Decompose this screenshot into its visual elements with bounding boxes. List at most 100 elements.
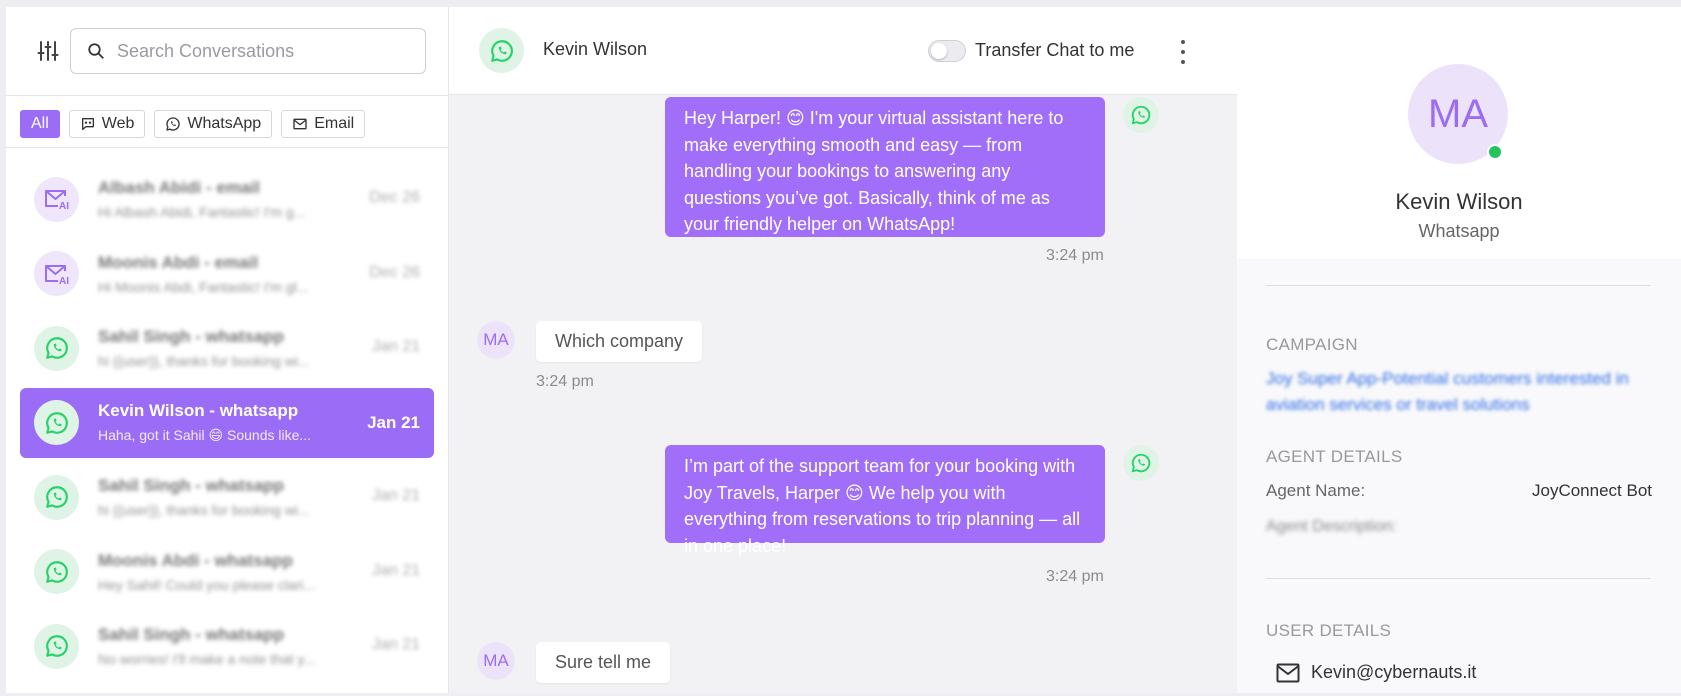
chat-contact-name: Kevin Wilson [543,39,648,59]
whatsapp-icon [34,474,79,520]
tab-all[interactable]: All [20,110,60,138]
conversation-preview: Hi Albash Abidi, Fantastic! I'm g... [98,204,306,220]
conversation-preview: Hey Sahil! Could you please clari... [98,576,316,593]
whatsapp-icon [34,623,79,669]
message-time: 3:24 pm [1046,568,1104,585]
conversation-text: Sahil Singh - whatsapp hi {{user}}, than… [98,476,348,518]
tab-whatsapp[interactable]: WhatsApp [154,110,273,138]
conversation-name: Moonis Abdi - whatsapp [98,550,293,570]
conversation-date: Jan 21 [371,338,420,355]
conversation-sidebar: All Web WhatsApp Email AI [6,7,449,693]
conversation-preview: Haha, got it Sahil 😄 Sounds like... [98,427,312,443]
conversation-name: Sahil Singh - whatsapp [98,625,285,644]
svg-text:AI: AI [59,276,69,286]
conversation-text: Kevin Wilson - whatsapp Haha, got it Sah… [98,401,348,444]
contact-details-panel: MA Kevin Wilson Whatsapp CAMPAIGN Joy Su… [1237,7,1681,693]
agent-name-value: JoyConnect Bot [1531,481,1652,500]
email-ai-icon: AI [34,251,79,296]
divider [1266,285,1651,286]
conversation-name: Sahil Singh - whatsapp [98,327,285,346]
list-item[interactable]: Sahil Singh - whatsapp No worries! I'll … [20,611,434,681]
online-status-dot [1487,144,1503,160]
agent-description-label: Agent Description: [1266,518,1397,535]
tab-label: All [31,115,49,132]
tab-label: Email [314,115,355,132]
whatsapp-icon [1123,445,1159,481]
transfer-chat-label: Transfer Chat to me [975,40,1135,60]
conversation-preview: hi {{user}}, thanks for booking wi... [98,502,310,518]
conversation-name: Moonis Abdi - email [98,252,258,272]
tab-label: Web [101,115,135,132]
profile-channel: Whatsapp [1418,221,1500,241]
campaign-link[interactable]: Joy Super App-Potential customers intere… [1266,366,1656,418]
conversation-text: Sahil Singh - whatsapp No worries! I'll … [98,625,348,667]
profile-card: MA Kevin Wilson Whatsapp [1237,7,1681,259]
whatsapp-icon [34,400,79,445]
whatsapp-icon [166,117,181,131]
message-incoming: Which company [536,321,703,362]
conversation-text: Moonis Abdi - email Hi Moonis Abdi, Fant… [98,253,348,295]
conversation-text: Albash Abidi - email Hi Albash Abidi, Fa… [98,178,348,220]
avatar: MA [477,642,515,680]
channel-tabs: All Web WhatsApp Email [20,110,366,138]
whatsapp-icon [34,325,79,371]
list-item[interactable]: AI Albash Abidi - email Hi Albash Abidi,… [20,164,434,234]
whatsapp-icon [479,28,524,73]
search-box [70,28,426,74]
message-time: 3:24 pm [536,373,594,390]
message-outgoing: I’m part of the support team for your bo… [665,445,1105,556]
tab-label: WhatsApp [187,115,262,132]
tab-web[interactable]: Web [68,110,146,138]
email-ai-icon [293,118,307,130]
mail-icon [1276,663,1300,682]
agent-name-label: Agent Name: [1266,481,1366,500]
chat-bubble-icon [81,118,94,130]
profile-name: Kevin Wilson [1395,189,1523,214]
conversation-list: AI Albash Abidi - email Hi Albash Abidi,… [20,164,434,686]
conversation-date: Jan 21 [371,487,420,504]
list-item[interactable]: Moonis Abdi - whatsapp Hey Sahil! Could … [20,537,434,607]
user-details-heading: USER DETAILS [1266,621,1392,640]
user-email: Kevin@cybernauts.it [1311,662,1477,682]
campaign-heading: CAMPAIGN [1266,335,1358,354]
list-item[interactable]: Sahil Singh - whatsapp hi {{user}}, than… [20,313,434,383]
transfer-chat-toggle[interactable] [928,40,966,62]
agent-details-heading: AGENT DETAILS [1266,447,1403,466]
avatar: MA [477,321,515,359]
search-input[interactable] [117,40,407,62]
conversation-text: Moonis Abdi - whatsapp Hey Sahil! Could … [98,551,348,593]
whatsapp-icon [34,549,79,594]
message-outgoing: Hey Harper! 😊 I'm your virtual assistant… [665,97,1105,237]
email-ai-icon: AI [34,176,79,222]
filter-sliders-icon[interactable] [36,39,60,63]
whatsapp-icon [1123,97,1159,133]
list-item-active[interactable]: Kevin Wilson - whatsapp Haha, got it Sah… [20,387,434,458]
chat-header: Kevin Wilson Transfer Chat to me [449,7,1237,95]
conversation-preview: hi {{user}}, thanks for booking wi... [98,353,310,369]
divider [1266,578,1651,579]
search-icon [88,43,104,59]
chat-messages[interactable]: Hey Harper! 😊 I'm your virtual assistant… [449,95,1237,693]
app-window: All Web WhatsApp Email AI [6,7,1681,693]
divider [6,147,449,148]
conversation-name: Kevin Wilson - whatsapp [98,401,299,420]
user-email-row: Kevin@cybernauts.it [1276,662,1476,683]
conversation-name: Albash Abidi - email [98,178,260,197]
list-item[interactable]: AI Moonis Abdi - email Hi Moonis Abdi, F… [20,239,434,309]
message-time: 3:24 pm [1046,247,1104,264]
more-options-icon[interactable] [1178,40,1188,64]
conversation-preview: No worries! I'll make a note that y... [98,651,316,667]
conversation-text: Sahil Singh - whatsapp hi {{user}}, than… [98,327,348,369]
tab-email[interactable]: Email [281,110,366,138]
conversation-date: Jan 21 [367,412,420,432]
message-incoming: Sure tell me [536,642,671,683]
conversation-preview: Hi Moonis Abdi, Fantastic! I'm gl... [98,278,309,295]
conversation-date: Jan 21 [371,636,420,653]
list-item[interactable]: Sahil Singh - whatsapp hi {{user}}, than… [20,462,434,532]
conversation-date: Dec 26 [369,189,420,206]
svg-text:AI: AI [59,201,69,211]
conversation-date: Dec 26 [369,263,420,281]
conversation-date: Jan 21 [371,561,420,579]
conversation-name: Sahil Singh - whatsapp [98,476,285,495]
divider [6,95,449,96]
